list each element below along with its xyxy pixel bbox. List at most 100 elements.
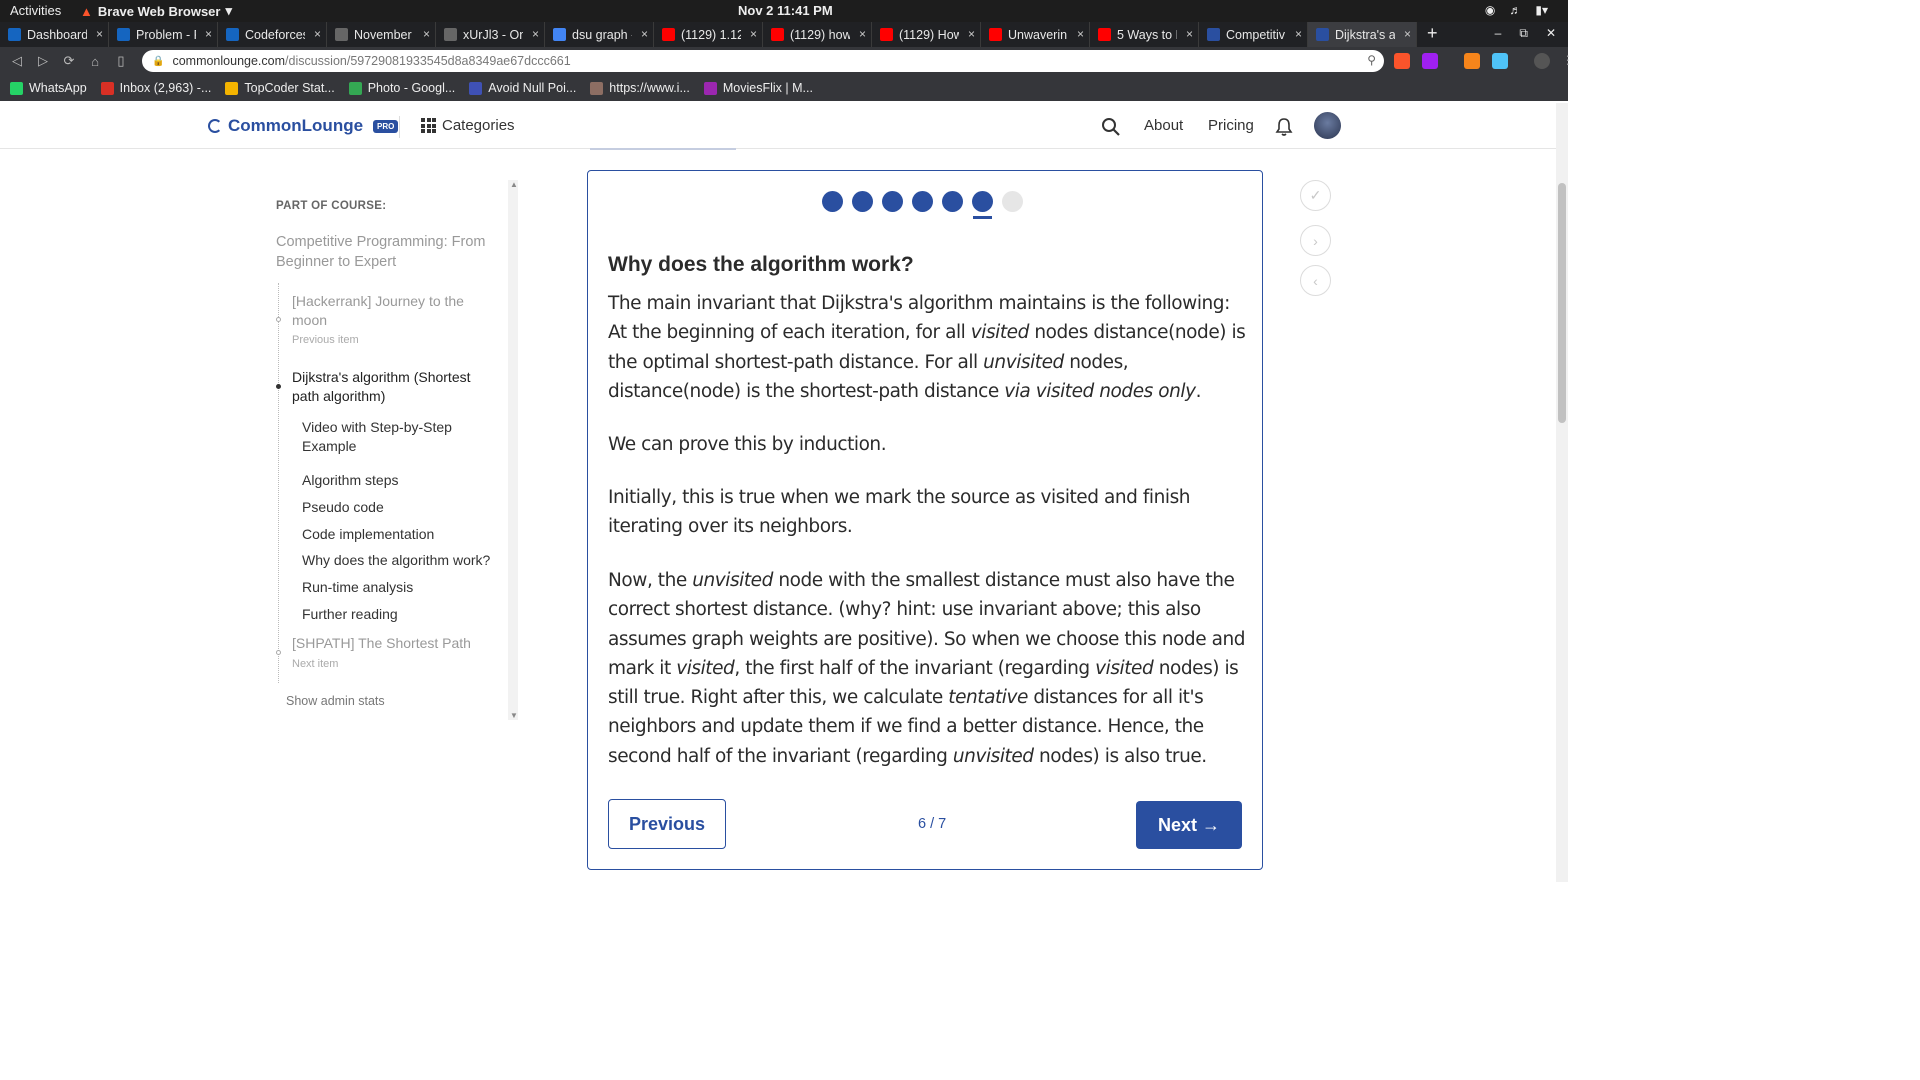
browser-tab[interactable]: Unwaverin × — [981, 22, 1090, 47]
tab-close-icon[interactable]: × — [1186, 27, 1193, 41]
browser-tab[interactable]: Problem - F × — [109, 22, 218, 47]
browser-tab[interactable]: Competitiv × — [1199, 22, 1308, 47]
tab-close-icon[interactable]: × — [1295, 27, 1302, 41]
bookmark-item[interactable]: WhatsApp — [10, 81, 87, 95]
tab-close-icon[interactable]: × — [641, 27, 648, 41]
pricing-link[interactable]: Pricing — [1208, 117, 1254, 134]
section-link[interactable]: Pseudo code — [302, 498, 384, 517]
previous-button[interactable]: Previous — [608, 799, 726, 849]
tab-close-icon[interactable]: × — [205, 27, 212, 41]
forward-icon[interactable]: ▷ — [30, 53, 56, 69]
browser-tab[interactable]: (1129) how × — [763, 22, 872, 47]
menu-icon[interactable]: ⋮ — [1562, 53, 1578, 69]
tab-label: Unwaverin — [1008, 27, 1068, 42]
section-link[interactable]: Video with Step-by-Step Example — [302, 418, 482, 456]
sidebar-scrollbar[interactable]: ▲ ▼ — [508, 180, 518, 720]
site-logo[interactable]: CommonLounge PRO — [208, 116, 399, 136]
extension-fox-icon[interactable] — [1464, 53, 1480, 69]
bookmark-favicon-icon — [703, 81, 717, 95]
activities-button[interactable]: Activities — [10, 3, 61, 18]
browser-tab[interactable]: November × — [327, 22, 436, 47]
course-link[interactable]: Competitive Programming: From Beginner t… — [276, 232, 496, 272]
bell-icon[interactable] — [1275, 117, 1293, 142]
tab-close-icon[interactable]: × — [532, 27, 539, 41]
previous-card-edge — [590, 148, 736, 150]
about-link[interactable]: About — [1144, 117, 1183, 134]
user-avatar[interactable] — [1314, 112, 1341, 139]
brave-rewards-icon[interactable] — [1422, 53, 1438, 69]
previous-item-link[interactable]: [Hackerrank] Journey to the moon — [292, 292, 482, 330]
bookmark-item[interactable]: TopCoder Stat... — [225, 81, 335, 95]
bookmark-item[interactable]: MoviesFlix | M... — [703, 81, 813, 95]
url-field[interactable]: 🔒 commonlounge.com/discussion/5972908193… — [142, 50, 1384, 72]
tab-favicon-icon — [335, 28, 348, 41]
paragraph-invariant: The main invariant that Dijkstra's algor… — [608, 293, 1246, 402]
bookmark-item[interactable]: Avoid Null Poi... — [469, 81, 576, 95]
system-tray[interactable]: ◉ ♬ ▮▾ — [1485, 3, 1548, 17]
browser-tab[interactable]: 5 Ways to E × — [1090, 22, 1199, 47]
tab-close-icon[interactable]: × — [314, 27, 321, 41]
tab-close-icon[interactable]: × — [96, 27, 103, 41]
progress-step-dot[interactable] — [972, 191, 993, 219]
minimize-icon[interactable]: – — [1495, 26, 1502, 41]
section-link-active[interactable]: Why does the algorithm work? — [302, 551, 490, 570]
browser-tab[interactable]: xUrJl3 - On × — [436, 22, 545, 47]
home-icon[interactable]: ⌂ — [82, 54, 108, 69]
extension-pen-icon[interactable] — [1492, 53, 1508, 69]
reload-icon[interactable]: ⟳ — [56, 53, 82, 69]
progress-step-dot[interactable] — [882, 191, 903, 212]
close-window-icon[interactable]: ✕ — [1546, 26, 1556, 41]
section-link[interactable]: Code implementation — [302, 525, 434, 544]
bookmark-item[interactable]: Inbox (2,963) -... — [100, 81, 211, 95]
restore-icon[interactable]: ⧉ — [1519, 26, 1528, 41]
back-icon[interactable]: ◁ — [4, 53, 30, 69]
page-scrollbar[interactable] — [1556, 103, 1568, 882]
tab-close-icon[interactable]: × — [1404, 27, 1411, 41]
browser-tab[interactable]: dsu graph - × — [545, 22, 654, 47]
browser-tab[interactable]: Codeforces × — [218, 22, 327, 47]
progress-step-dot[interactable] — [942, 191, 963, 212]
chevron-right-icon[interactable]: › — [1300, 225, 1331, 256]
scrollbar-thumb[interactable] — [1558, 183, 1566, 423]
progress-step-dot[interactable] — [912, 191, 933, 212]
progress-step-dot[interactable] — [1002, 191, 1023, 212]
progress-step-dot[interactable] — [852, 191, 873, 212]
section-link[interactable]: Run-time analysis — [302, 578, 413, 597]
search-icon[interactable] — [1101, 117, 1121, 142]
bookmark-favicon-icon — [590, 81, 604, 95]
browser-tab[interactable]: (1129) 1.12 × — [654, 22, 763, 47]
tab-close-icon[interactable]: × — [423, 27, 430, 41]
categories-menu[interactable]: Categories — [421, 117, 515, 134]
browser-tab[interactable]: (1129) How × — [872, 22, 981, 47]
show-admin-stats-link[interactable]: Show admin stats — [286, 694, 385, 708]
brave-shields-icon[interactable] — [1394, 53, 1410, 69]
chevron-left-icon[interactable]: ‹ — [1300, 265, 1331, 296]
chevron-down-icon: ▾ — [225, 3, 232, 18]
next-button[interactable]: Next → — [1136, 801, 1242, 849]
bookmark-item[interactable]: Photo - Googl... — [348, 81, 455, 95]
section-link[interactable]: Algorithm steps — [302, 471, 398, 490]
next-item-link[interactable]: [SHPATH] The Shortest Path — [292, 634, 471, 653]
bookmark-icon[interactable]: ▯ — [108, 53, 134, 69]
scroll-down-icon[interactable]: ▼ — [510, 711, 518, 720]
app-menu[interactable]: ▲ Brave Web Browser ▾ — [80, 3, 232, 19]
section-link[interactable]: Further reading — [302, 605, 398, 624]
tab-close-icon[interactable]: × — [859, 27, 866, 41]
tab-close-icon[interactable]: × — [750, 27, 757, 41]
tab-close-icon[interactable]: × — [1077, 27, 1084, 41]
tab-favicon-icon — [444, 28, 457, 41]
new-tab-icon[interactable]: + — [1427, 23, 1438, 44]
browser-tab[interactable]: Dijkstra's a × — [1308, 22, 1417, 47]
progress-step-dot[interactable] — [822, 191, 843, 212]
profile-icon[interactable] — [1534, 53, 1550, 69]
bookmark-favicon-icon — [225, 81, 239, 95]
system-clock[interactable]: Nov 2 11:41 PM — [738, 3, 833, 18]
current-item-title[interactable]: Dijkstra's algorithm (Shortest path algo… — [292, 368, 492, 406]
zoom-icon[interactable]: ⚲ — [1367, 53, 1376, 67]
browser-tab[interactable]: Dashboard × — [0, 22, 109, 47]
bookmark-item[interactable]: https://www.i... — [590, 81, 690, 95]
tab-close-icon[interactable]: × — [968, 27, 975, 41]
brand-name: CommonLounge — [228, 116, 364, 135]
scroll-up-icon[interactable]: ▲ — [510, 180, 518, 189]
mark-complete-icon[interactable]: ✓ — [1300, 180, 1331, 211]
